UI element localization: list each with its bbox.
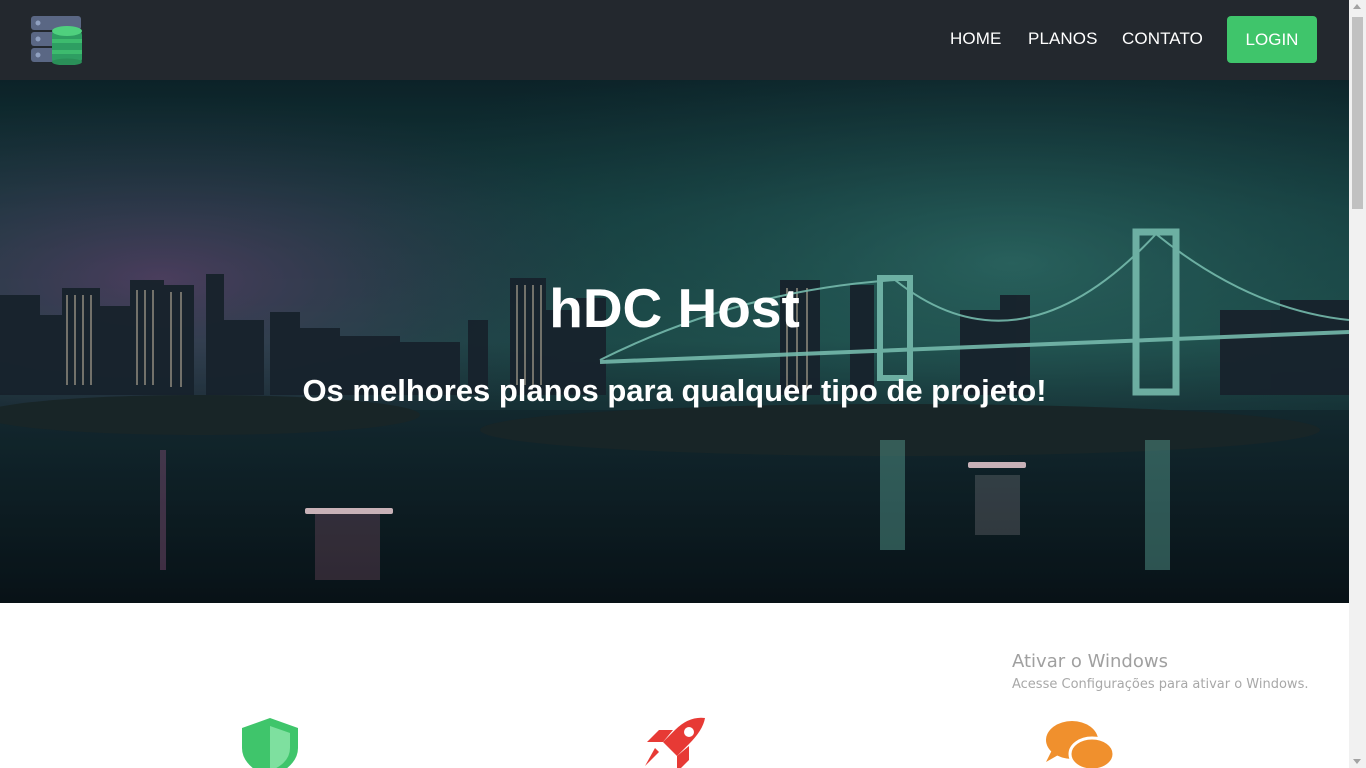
rocket-icon — [643, 716, 707, 768]
hero-background-image — [0, 80, 1349, 603]
scrollbar-thumb[interactable] — [1352, 17, 1363, 209]
windows-activation-title: Ativar o Windows — [1012, 651, 1168, 672]
chat-bubbles-icon — [1044, 720, 1116, 768]
hero-title: hDC Host — [549, 277, 800, 339]
login-button[interactable]: LOGIN — [1227, 16, 1317, 63]
page: HOME PLANOS CONTATO LOGIN hDC Host Os me… — [0, 0, 1366, 768]
navbar: HOME PLANOS CONTATO LOGIN — [0, 0, 1349, 80]
nav-link-planos[interactable]: PLANOS — [1028, 29, 1098, 49]
database-server-icon[interactable] — [31, 15, 83, 66]
hero-subtitle: Os melhores planos para qualquer tipo de… — [302, 373, 1047, 408]
windows-activation-subtitle: Acesse Configurações para ativar o Windo… — [1012, 677, 1309, 692]
hero-section: hDC Host Os melhores planos para qualque… — [0, 80, 1349, 603]
nav-link-home[interactable]: HOME — [950, 29, 1001, 49]
vertical-scrollbar[interactable] — [1349, 0, 1366, 768]
scroll-up-arrow-icon[interactable] — [1353, 4, 1361, 9]
shield-icon — [240, 718, 300, 768]
nav-link-contato[interactable]: CONTATO — [1122, 29, 1203, 49]
scroll-down-arrow-icon[interactable] — [1353, 759, 1361, 764]
